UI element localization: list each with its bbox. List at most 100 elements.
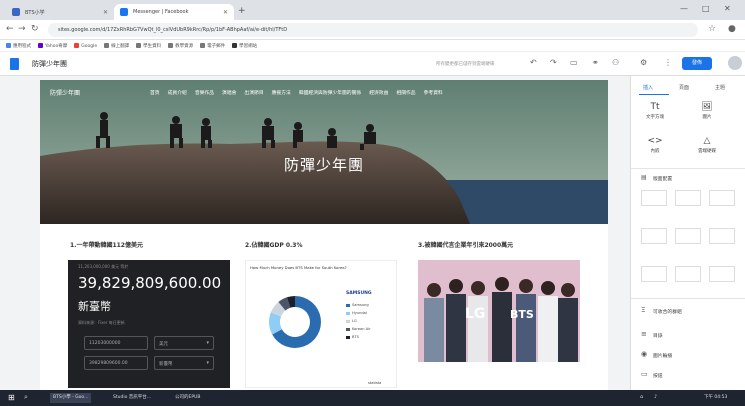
editor-canvas: 防彈少年團 首頁 成員介紹 音樂作品 演唱會 出演節目 應援方法 韓國經濟與防彈…: [0, 76, 630, 390]
header-banner[interactable]: 防彈少年團 首頁 成員介紹 音樂作品 演唱會 出演節目 應援方法 韓國經濟與防彈…: [40, 80, 608, 224]
clock[interactable]: 下午 04:53: [704, 394, 727, 400]
layout-option[interactable]: [641, 228, 667, 244]
insert-table-of-contents[interactable]: 目錄: [653, 332, 663, 339]
window-close-icon[interactable]: ✕: [724, 4, 731, 13]
bookmark-item[interactable]: 教學資源: [168, 42, 193, 49]
banner-title[interactable]: 防彈少年團: [40, 154, 608, 175]
layout-option[interactable]: [675, 190, 701, 206]
maximize-icon[interactable]: □: [702, 4, 710, 13]
table-of-contents-icon: ≡: [641, 330, 647, 338]
avatar[interactable]: [728, 56, 742, 70]
taskbar-app[interactable]: BTS小學 - Goo...: [50, 393, 92, 403]
insert-collapsible-group[interactable]: 可收合的群組: [653, 308, 682, 315]
new-tab-icon[interactable]: +: [238, 6, 246, 16]
layout-option[interactable]: [709, 190, 735, 206]
insert-text-box[interactable]: Tt 文字方塊: [635, 102, 675, 120]
url-input[interactable]: sites.google.com/d/17ZxRhRbG7VwQt_l0_csl…: [48, 23, 698, 37]
profile-icon[interactable]: ●: [728, 24, 736, 34]
site-document-title[interactable]: 防彈少年團: [32, 59, 67, 69]
back-icon[interactable]: ←: [6, 24, 14, 34]
amount-input[interactable]: 11203000000: [84, 336, 148, 350]
result-input[interactable]: 39829809600.00: [84, 356, 148, 370]
tab-pages[interactable]: 頁面: [679, 84, 689, 91]
volume-icon[interactable]: ♪: [654, 394, 657, 400]
layout-option[interactable]: [675, 228, 701, 244]
samsung-label: SAMSUNG: [346, 291, 372, 296]
nav-item[interactable]: 經濟效益: [369, 89, 388, 96]
source-label: statista: [368, 381, 382, 385]
insert-drive[interactable]: △ 雲端硬碟: [687, 136, 727, 154]
publish-button[interactable]: 發佈: [682, 57, 712, 70]
image-icon: 🖼: [701, 102, 713, 112]
more-icon[interactable]: ⋮: [664, 58, 672, 67]
network-icon[interactable]: ⌂: [640, 394, 643, 400]
browser-tab[interactable]: BTS小学 ✕: [6, 4, 114, 20]
close-icon[interactable]: ✕: [223, 9, 228, 16]
search-icon[interactable]: ⌕: [24, 393, 28, 402]
bookmark-item[interactable]: 應用程式: [6, 42, 31, 49]
tab-title: BTS小学: [25, 9, 45, 16]
nav-item[interactable]: 成員介紹: [168, 89, 187, 96]
site-navigation: 首頁 成員介紹 音樂作品 演唱會 出演節目 應援方法 韓國經濟與防彈少年團的關係…: [150, 89, 443, 96]
close-icon[interactable]: ✕: [103, 9, 108, 16]
bookmark-item[interactable]: 線上翻譯: [104, 42, 129, 49]
bookmark-item[interactable]: 電子郵件: [200, 42, 225, 49]
insert-item-label: 內嵌: [650, 149, 660, 154]
rate-source-note: 資料來源：Fixer 每日更新: [78, 320, 125, 325]
bts-lg-photo[interactable]: LG BTS: [418, 260, 580, 362]
nav-item[interactable]: 參考資料: [424, 89, 443, 96]
star-icon[interactable]: ☆: [708, 24, 716, 34]
bookmark-item[interactable]: Yahoo奇摩: [38, 42, 67, 49]
bookmark-icon: [104, 42, 110, 48]
bookmark-item[interactable]: 學生資料: [136, 42, 161, 49]
currency-converter-embed[interactable]: 11,203,000,000 美元 等於 39,829,809,600.00 新…: [68, 260, 230, 388]
insert-image-carousel[interactable]: 圖片輪播: [653, 352, 672, 359]
section-heading-3[interactable]: 3.被韓國代言企業年引來2000萬元: [418, 240, 513, 249]
forward-icon[interactable]: →: [18, 24, 26, 34]
layouts-heading[interactable]: 版面配置: [653, 175, 672, 182]
google-sites-icon[interactable]: [10, 58, 19, 70]
site-logo[interactable]: 防彈少年團: [50, 88, 80, 97]
nav-item[interactable]: 首頁: [150, 89, 160, 96]
insert-button[interactable]: 按鈕: [653, 372, 663, 379]
browser-tab-active[interactable]: Messenger | Facebook ✕: [114, 4, 234, 20]
undo-icon[interactable]: ↶: [530, 58, 537, 67]
section-heading-2[interactable]: 2.佔韓國GDP 0.3%: [245, 240, 303, 249]
layout-option[interactable]: [709, 228, 735, 244]
address-bar-row: ← → ↻ sites.google.com/d/17ZxRhRbG7VwQt_…: [0, 20, 745, 40]
link-icon[interactable]: ⚭: [592, 58, 599, 67]
gdp-infographic[interactable]: How Much Money Does BTS Make for South K…: [245, 260, 397, 388]
nav-item[interactable]: 演唱會: [222, 89, 236, 96]
bookmark-item[interactable]: 學習網站: [232, 42, 257, 49]
nav-item[interactable]: 相關作品: [396, 89, 415, 96]
minimize-icon[interactable]: —: [680, 4, 688, 13]
layout-option[interactable]: [675, 266, 701, 282]
nav-item[interactable]: 出演節目: [244, 89, 263, 96]
insert-embed[interactable]: <> 內嵌: [635, 136, 675, 154]
legend-item: Hyundai: [346, 311, 367, 315]
tab-themes[interactable]: 主題: [715, 84, 725, 91]
layout-option[interactable]: [641, 266, 667, 282]
section-heading-1[interactable]: 1.一年帶動韓國112億美元: [70, 240, 143, 249]
layout-option[interactable]: [709, 266, 735, 282]
to-currency-select[interactable]: 新臺幣: [154, 356, 214, 370]
preview-icon[interactable]: ▭: [570, 58, 578, 67]
redo-icon[interactable]: ↷: [550, 58, 557, 67]
google-icon: [74, 42, 80, 48]
bookmark-item[interactable]: Google: [74, 42, 97, 49]
nav-item[interactable]: 韓國經濟與防彈少年團的關係: [299, 89, 361, 96]
layout-option[interactable]: [641, 190, 667, 206]
windows-start-icon[interactable]: ⊞: [8, 393, 15, 402]
taskbar-app[interactable]: Studio 音訊平台...: [110, 393, 154, 403]
yahoo-icon: [38, 42, 43, 48]
bookmark-icon: [200, 42, 206, 48]
nav-item[interactable]: 音樂作品: [195, 89, 214, 96]
insert-images[interactable]: 🖼 圖片: [687, 102, 727, 120]
settings-icon[interactable]: ⚙: [640, 58, 647, 67]
taskbar-app[interactable]: 公司的EPUB: [172, 393, 203, 403]
nav-item[interactable]: 應援方法: [272, 89, 291, 96]
tab-insert[interactable]: 插入: [643, 84, 653, 91]
reload-icon[interactable]: ↻: [31, 24, 39, 34]
share-icon[interactable]: ⚇: [612, 58, 619, 67]
from-currency-select[interactable]: 美元: [154, 336, 214, 350]
